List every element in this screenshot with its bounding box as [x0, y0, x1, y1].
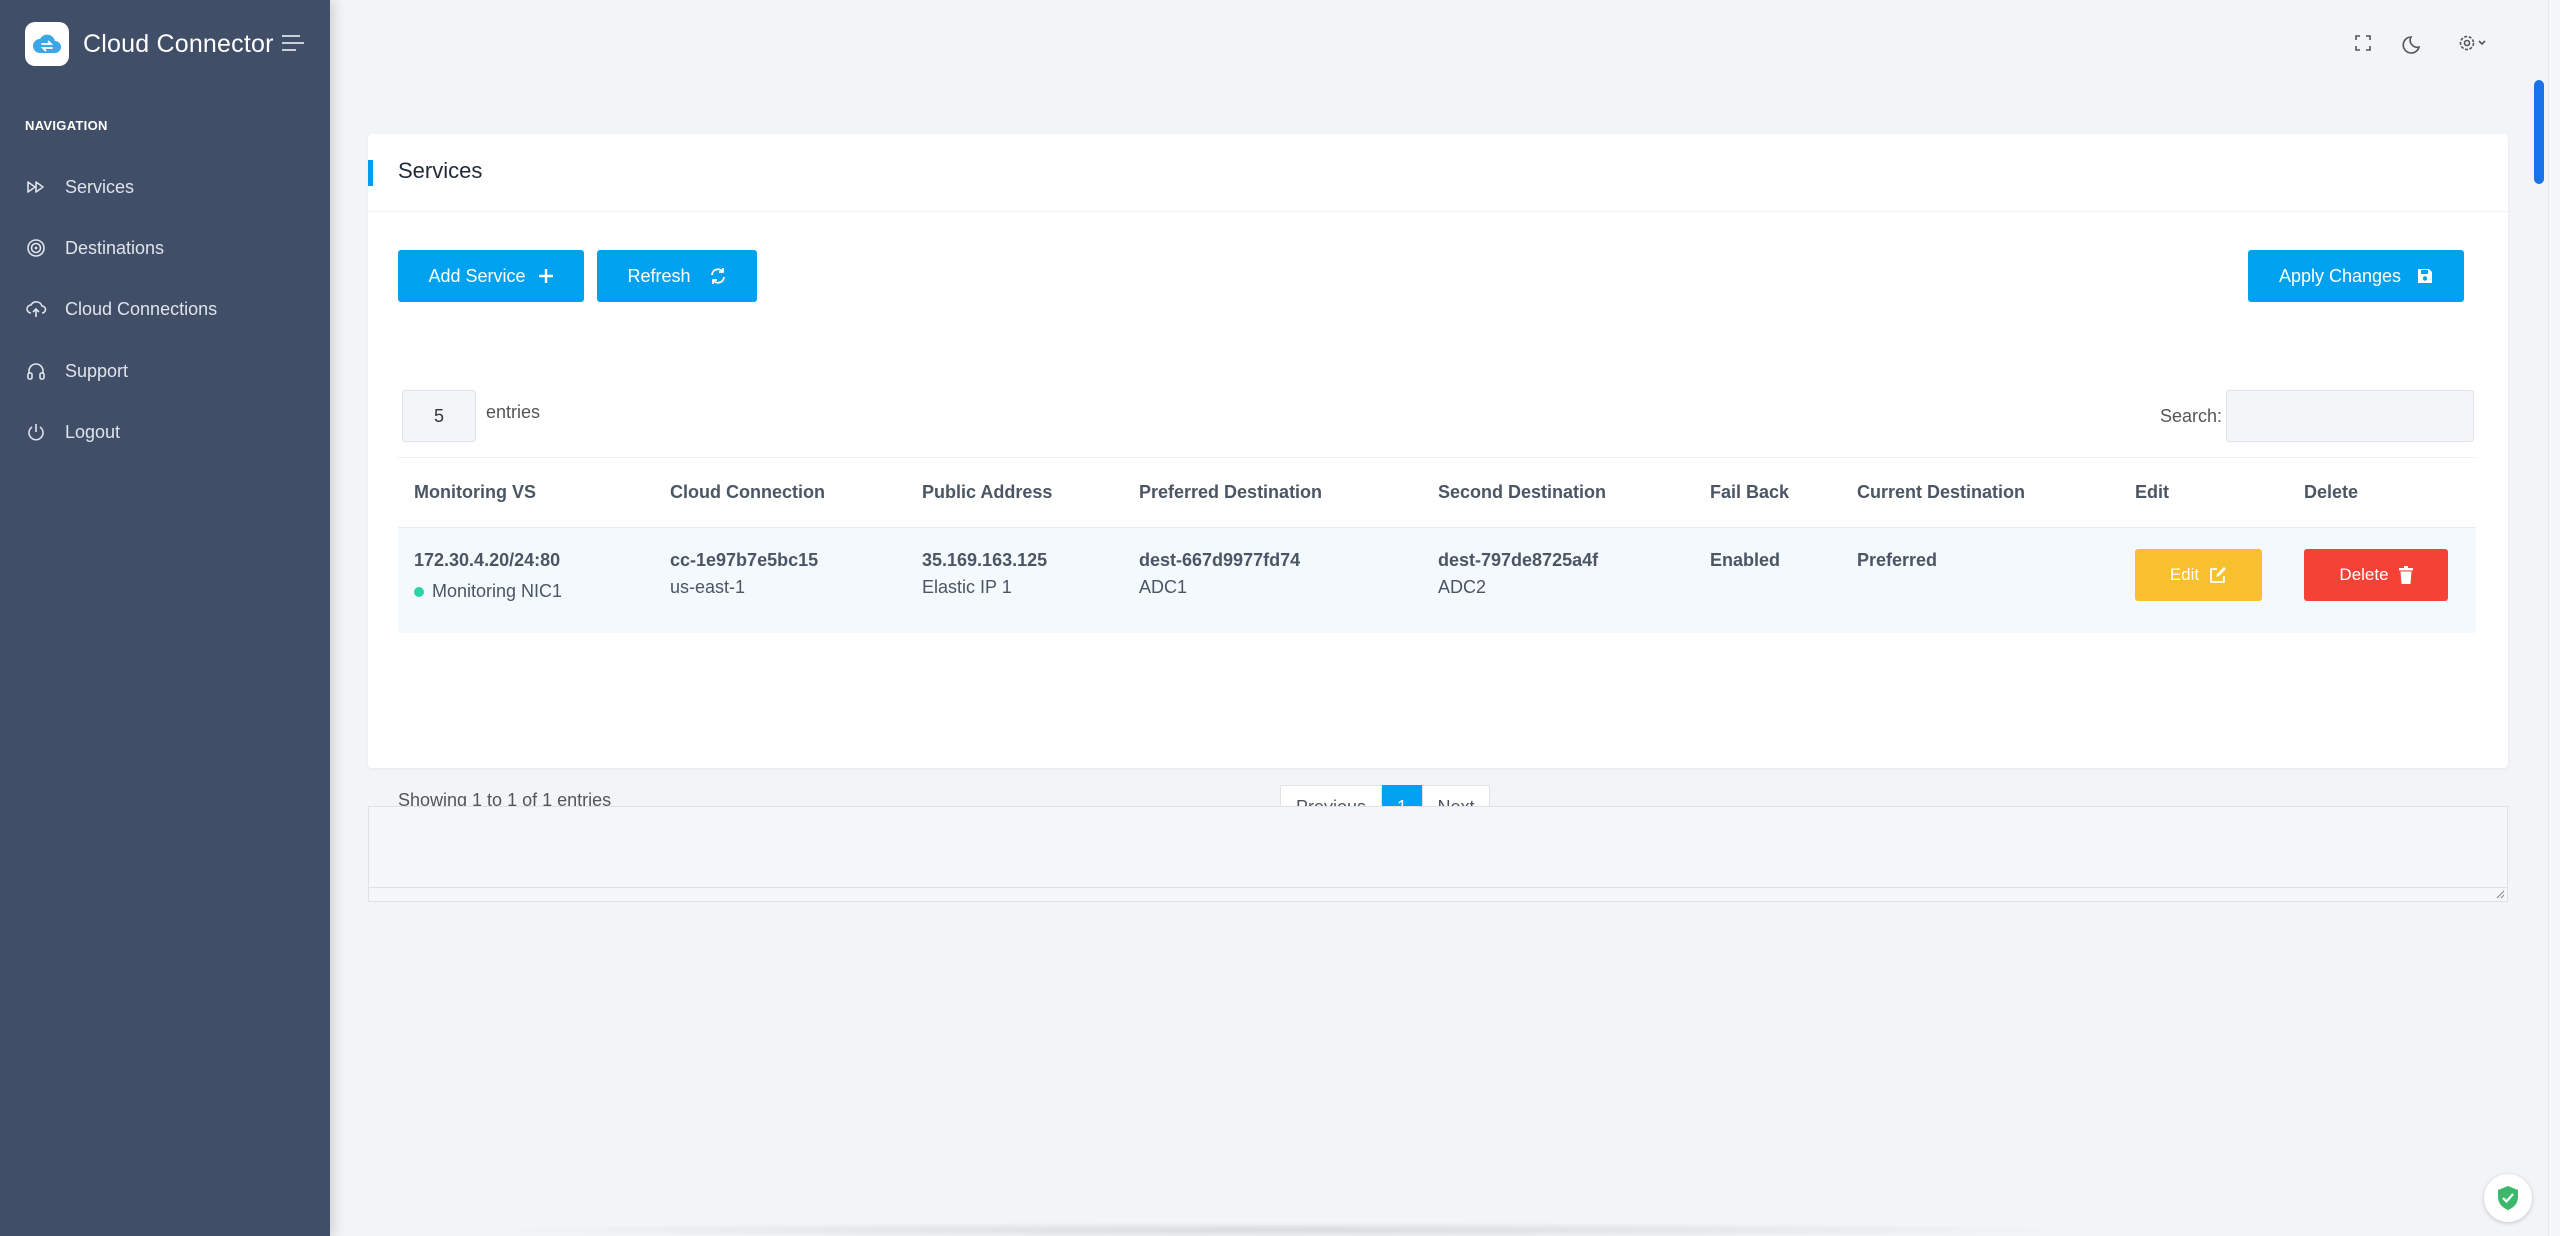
edit-button[interactable]: Edit	[2135, 549, 2262, 601]
column-header[interactable]: Edit	[2135, 482, 2169, 503]
public-address-cell: 35.169.163.125 Elastic IP 1	[922, 550, 1047, 598]
delete-button[interactable]: Delete	[2304, 549, 2448, 601]
resize-handle-icon[interactable]	[2495, 889, 2505, 899]
page-title: Services	[398, 158, 483, 183]
sidebar-item-support[interactable]: Support	[25, 351, 128, 391]
fullscreen-icon[interactable]	[2350, 30, 2376, 56]
cloud-logo-icon	[25, 22, 69, 66]
moon-icon[interactable]	[2402, 30, 2428, 56]
brand[interactable]: Cloud Connector	[25, 22, 274, 66]
power-icon	[28, 424, 44, 441]
add-service-label: Add Service	[428, 265, 526, 286]
card-accent-bar	[368, 160, 373, 186]
column-header[interactable]: Second Destination	[1438, 482, 1606, 503]
cloud-connection-cell: cc-1e97b7e5bc15 us-east-1	[670, 550, 818, 598]
table-row: 172.30.4.20/24:80 Monitoring NIC1 cc-1e9…	[398, 527, 2476, 633]
search-label: Search:	[2160, 406, 2223, 426]
sidebar-item-services[interactable]: Services	[25, 167, 134, 207]
save-icon	[2417, 268, 2433, 284]
preferred-destination-value: dest-667d9977fd74	[1139, 550, 1301, 570]
refresh-icon	[709, 267, 727, 285]
refresh-button[interactable]: Refresh	[597, 250, 757, 302]
services-card: Services Add Service Refresh Apply Chang…	[368, 134, 2508, 864]
app-title: Cloud Connector	[83, 29, 274, 58]
target-icon	[27, 239, 45, 257]
status-dot-icon	[414, 587, 424, 598]
nav-section-title: NAVIGATION	[25, 118, 108, 133]
page-size-select[interactable]: 5	[402, 390, 476, 442]
sidebar-item-cloud-connections[interactable]: Cloud Connections	[25, 289, 217, 329]
apply-changes-label: Apply Changes	[2278, 265, 2402, 286]
public-address-label: Elastic IP 1	[922, 577, 1012, 597]
fail-back-cell: Enabled	[1710, 550, 1780, 571]
plus-icon	[538, 268, 554, 284]
sidebar-item-logout[interactable]: Logout	[25, 412, 120, 452]
vertical-scrollbar-track[interactable]	[2548, 0, 2560, 1236]
preferred-destination-label: ADC1	[1139, 577, 1188, 597]
headphones-icon	[27, 363, 45, 380]
sidebar-item-label: Support	[65, 360, 129, 381]
column-header[interactable]: Fail Back	[1710, 482, 1789, 503]
refresh-label: Refresh	[627, 265, 691, 286]
second-destination-label: ADC2	[1438, 577, 1487, 597]
add-service-button[interactable]: Add Service	[398, 250, 584, 302]
log-textarea[interactable]	[368, 806, 2508, 902]
preferred-destination-cell: dest-667d9977fd74 ADC1	[1139, 550, 1300, 598]
apply-changes-button[interactable]: Apply Changes	[2248, 250, 2464, 302]
services-table: Monitoring VS Cloud Connection Public Ad…	[398, 457, 2476, 633]
edit-label: Edit	[2169, 565, 2200, 584]
cloud-connection-value: cc-1e97b7e5bc15	[670, 550, 819, 570]
vertical-scrollbar-thumb[interactable]	[2534, 80, 2544, 184]
cloud-upload-icon	[26, 301, 47, 317]
card-header: Services	[368, 134, 2508, 212]
monitoring-vs-value: 172.30.4.20/24:80	[414, 550, 561, 570]
current-destination-cell: Preferred	[1857, 550, 1937, 571]
search-input[interactable]	[2226, 390, 2474, 442]
column-header[interactable]: Preferred Destination	[1139, 482, 1322, 503]
second-destination-cell: dest-797de8725a4f ADC2	[1438, 550, 1598, 598]
monitoring-nic: Monitoring NIC1	[414, 581, 562, 602]
column-header[interactable]: Cloud Connection	[670, 482, 825, 503]
column-header[interactable]: Monitoring VS	[414, 482, 536, 503]
public-address-value: 35.169.163.125	[922, 550, 1048, 570]
menu-toggle-icon[interactable]	[282, 34, 306, 54]
fail-back-value: Enabled	[1710, 550, 1781, 570]
sidebar-item-label: Cloud Connections	[65, 298, 218, 319]
monitoring-nic-label: Monitoring NIC1	[432, 581, 563, 601]
fast-forward-icon	[27, 181, 44, 193]
region-value: us-east-1	[670, 577, 746, 597]
edit-icon	[2209, 566, 2227, 584]
monitoring-vs-cell: 172.30.4.20/24:80 Monitoring NIC1	[414, 550, 562, 602]
table-header: Monitoring VS Cloud Connection Public Ad…	[398, 457, 2476, 527]
sidebar-item-label: Logout	[65, 421, 121, 442]
current-destination-value: Preferred	[1857, 550, 1938, 570]
column-header[interactable]: Delete	[2304, 482, 2358, 503]
entries-label: entries	[486, 402, 541, 422]
column-header[interactable]: Public Address	[922, 482, 1052, 503]
trash-icon	[2398, 566, 2413, 584]
column-header[interactable]: Current Destination	[1857, 482, 2025, 503]
bottom-shadow	[460, 1222, 2100, 1236]
second-destination-value: dest-797de8725a4f	[1438, 550, 1599, 570]
sidebar-item-label: Services	[65, 176, 135, 197]
sidebar: Cloud Connector NAVIGATION Services Dest…	[0, 0, 330, 1236]
delete-label: Delete	[2339, 565, 2389, 584]
sidebar-item-label: Destinations	[65, 237, 165, 258]
textarea-divider	[369, 887, 2507, 888]
settings-icon[interactable]	[2456, 30, 2490, 56]
sidebar-item-destinations[interactable]: Destinations	[25, 228, 164, 268]
shield-check-icon[interactable]	[2484, 1174, 2532, 1222]
